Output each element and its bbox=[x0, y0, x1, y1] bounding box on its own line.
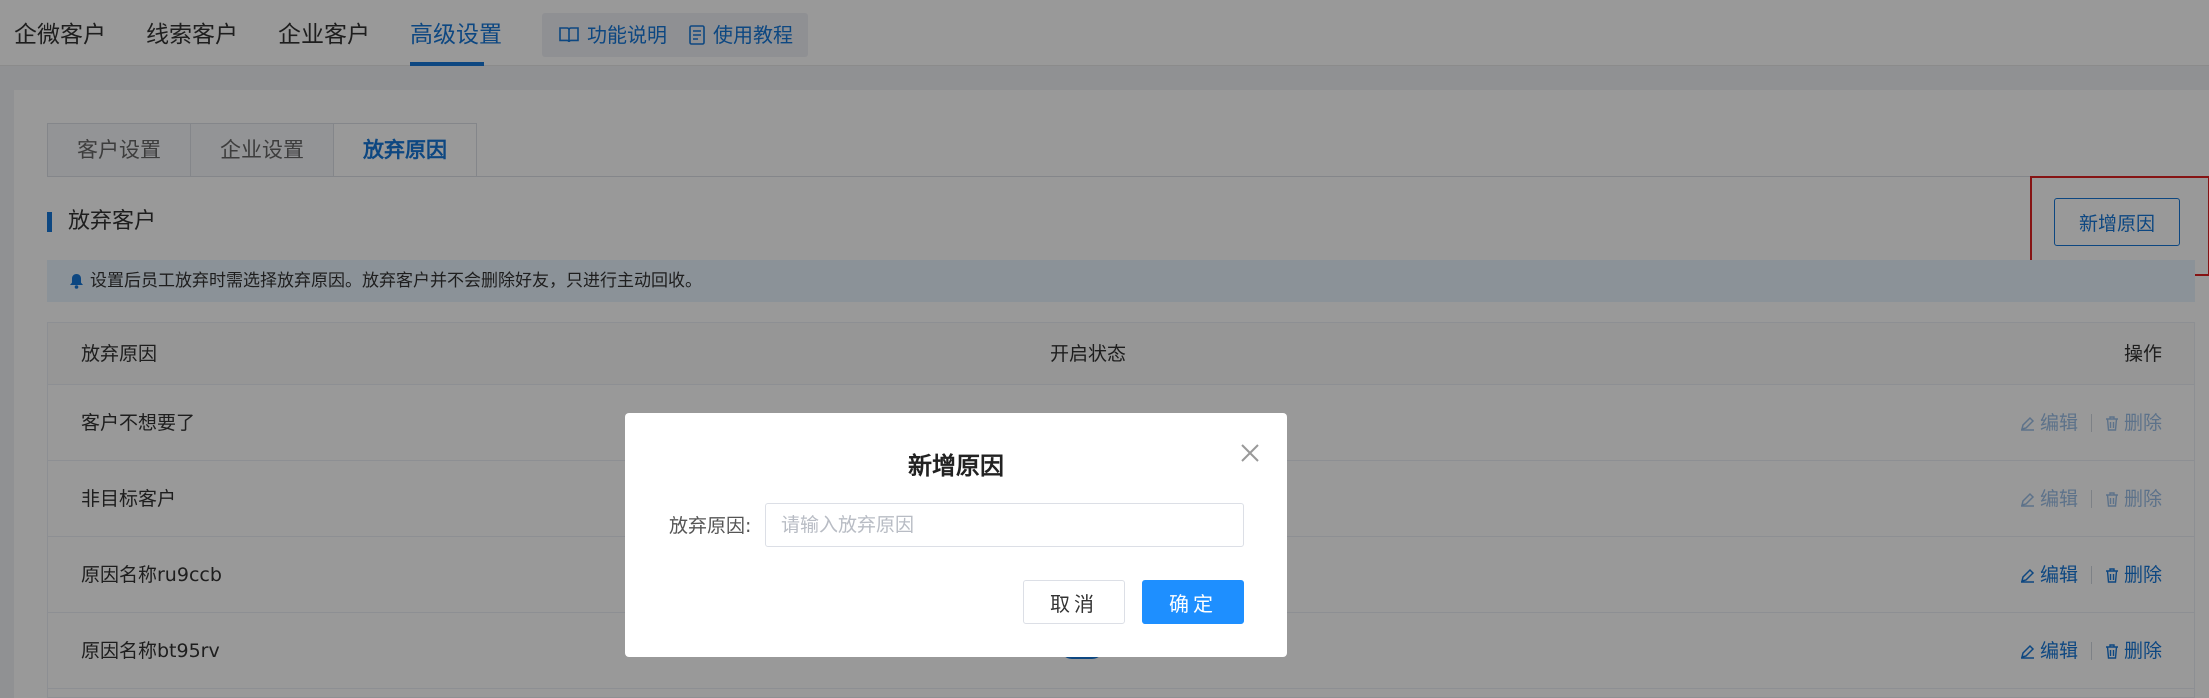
close-icon[interactable] bbox=[1237, 440, 1263, 466]
confirm-button[interactable]: 确定 bbox=[1142, 580, 1244, 624]
reason-input[interactable] bbox=[765, 503, 1244, 547]
dialog-title: 新增原因 bbox=[908, 452, 1004, 480]
reason-field-label: 放弃原因: bbox=[669, 515, 752, 537]
cancel-button[interactable]: 取消 bbox=[1023, 580, 1125, 624]
add-reason-dialog: 新增原因 放弃原因: 取消 确定 bbox=[625, 413, 1287, 657]
